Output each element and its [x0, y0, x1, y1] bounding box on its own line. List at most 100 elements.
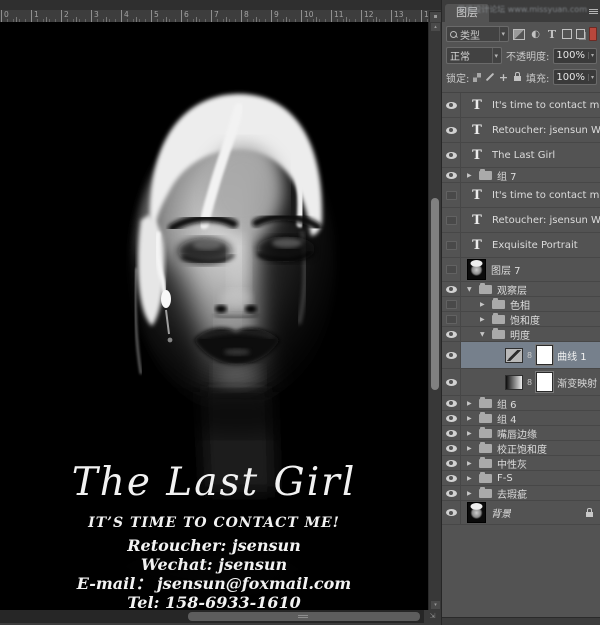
layer-row[interactable]: ▶校正饱和度 — [442, 441, 600, 456]
eye-toggle[interactable] — [442, 233, 461, 257]
layer-row[interactable]: ▶去瑕疵 — [442, 486, 600, 501]
horizontal-scrollbar-thumb[interactable] — [188, 612, 420, 621]
eye-toggle[interactable] — [442, 143, 461, 167]
vertical-scrollbar[interactable]: ▴ ▾ — [428, 22, 442, 610]
disclosure-triangle-icon[interactable]: ▶ — [467, 400, 474, 407]
eye-toggle[interactable] — [442, 486, 461, 500]
blend-row: 正常 ▾ 不透明度: 100% ▾ — [446, 47, 597, 64]
ruler-tick — [121, 10, 122, 22]
text-layer-icon: T — [467, 98, 487, 113]
scrollbar-up-arrow-icon[interactable]: ▴ — [431, 23, 440, 31]
disclosure-open-triangle-icon[interactable]: ▼ — [480, 331, 487, 338]
layer-mask-thumbnail[interactable] — [536, 372, 553, 392]
filter-pixel-layers-icon[interactable] — [513, 29, 525, 40]
layer-thumbnail[interactable] — [467, 502, 486, 523]
layer-row[interactable]: ▶色相 — [442, 297, 600, 312]
layer-row[interactable]: TRetoucher: jsensun Wech... — [442, 208, 600, 233]
layer-row[interactable]: ▼观察层 — [442, 282, 600, 297]
layer-row[interactable]: ▶嘴唇边缘 — [442, 426, 600, 441]
lock-position-icon[interactable]: + — [499, 72, 509, 83]
folder-icon — [492, 330, 505, 339]
opacity-input[interactable]: 100% ▾ — [553, 48, 597, 64]
layer-row[interactable]: ▶中性灰 — [442, 456, 600, 471]
layer-row[interactable]: TIt's time to contact me! ... — [442, 183, 600, 208]
layer-thumbnail[interactable] — [467, 259, 486, 280]
ruler-number: 1 — [34, 10, 39, 19]
layer-row[interactable]: 背景 — [442, 501, 600, 525]
layer-row[interactable]: ▶组 6 — [442, 396, 600, 411]
filter-adjustment-layers-icon[interactable]: ◐ — [529, 28, 541, 40]
filter-shape-layers-icon[interactable] — [562, 29, 572, 39]
eye-toggle[interactable] — [442, 282, 461, 296]
poster-contact-line: Retoucher: jsensun — [0, 536, 428, 555]
layer-list: TIt's time to contact me!TRetoucher: jse… — [442, 93, 600, 525]
folder-icon — [479, 459, 492, 468]
scroll-corner-icon[interactable]: ⇲ — [424, 610, 441, 623]
layer-row[interactable]: 图层 7 — [442, 258, 600, 282]
disclosure-triangle-icon[interactable]: ▶ — [467, 415, 474, 422]
layer-row[interactable]: ▶F-S — [442, 471, 600, 486]
layer-row[interactable]: 8曲线 1 — [442, 342, 600, 369]
gradient-map-adjustment-icon[interactable] — [505, 375, 523, 390]
eye-toggle[interactable] — [442, 118, 461, 142]
layer-row[interactable]: TRetoucher: jsensun Wech... — [442, 118, 600, 143]
disclosure-triangle-icon[interactable]: ▶ — [480, 316, 487, 323]
ruler-number: 4 — [124, 10, 129, 19]
eye-toggle[interactable] — [442, 327, 461, 341]
chevron-down-icon: ▾ — [588, 52, 594, 59]
layer-row[interactable]: ▶组 4 — [442, 411, 600, 426]
panel-menu-icon[interactable] — [589, 8, 598, 15]
lock-transparent-pixels-icon[interactable] — [473, 73, 480, 82]
layer-row[interactable]: ▶饱和度 — [442, 312, 600, 327]
eye-toggle[interactable] — [442, 208, 461, 232]
layer-mask-thumbnail[interactable] — [536, 345, 553, 365]
canvas[interactable]: The Last Girl IT’S TIME TO CONTACT ME! R… — [0, 22, 428, 610]
disclosure-triangle-icon[interactable]: ▶ — [467, 430, 474, 437]
eye-toggle[interactable] — [442, 441, 461, 455]
vertical-scrollbar-thumb[interactable] — [431, 198, 439, 390]
disclosure-open-triangle-icon[interactable]: ▼ — [467, 286, 474, 293]
disclosure-triangle-icon[interactable]: ▶ — [467, 172, 474, 179]
eye-toggle[interactable] — [442, 426, 461, 440]
fill-input[interactable]: 100% ▾ — [553, 69, 597, 85]
layer-filtering-toggle[interactable] — [589, 27, 597, 41]
eye-empty-box — [446, 216, 457, 225]
disclosure-triangle-icon[interactable]: ▶ — [467, 475, 474, 482]
eye-icon — [446, 286, 457, 293]
blend-mode-select[interactable]: 正常 ▾ — [446, 47, 502, 64]
layer-row[interactable]: ▶组 7 — [442, 168, 600, 183]
eye-toggle[interactable] — [442, 456, 461, 470]
layer-row[interactable]: TIt's time to contact me! — [442, 93, 600, 118]
eye-toggle[interactable] — [442, 471, 461, 485]
layer-name: 图层 7 — [491, 262, 521, 277]
eye-toggle[interactable] — [442, 501, 461, 524]
layer-row[interactable]: TExquisite Portrait — [442, 233, 600, 258]
chevron-down-icon: ▾ — [499, 27, 506, 41]
eye-toggle[interactable] — [442, 93, 461, 117]
eye-toggle[interactable] — [442, 369, 461, 395]
disclosure-triangle-icon[interactable]: ▶ — [467, 460, 474, 467]
layer-row[interactable]: 8渐变映射 1 — [442, 369, 600, 396]
eye-toggle[interactable] — [442, 312, 461, 326]
lock-image-pixels-icon[interactable] — [485, 72, 495, 83]
filter-type-layers-icon[interactable]: T — [546, 28, 558, 40]
scrollbar-down-arrow-icon[interactable]: ▾ — [431, 601, 440, 609]
lock-all-icon[interactable] — [512, 72, 522, 83]
eye-toggle[interactable] — [442, 168, 461, 182]
eye-icon — [446, 127, 457, 134]
eye-toggle[interactable] — [442, 258, 461, 281]
eye-toggle[interactable] — [442, 183, 461, 207]
disclosure-triangle-icon[interactable]: ▶ — [467, 490, 474, 497]
layer-row[interactable]: TThe Last Girl — [442, 143, 600, 168]
eye-toggle[interactable] — [442, 297, 461, 311]
disclosure-triangle-icon[interactable]: ▶ — [467, 445, 474, 452]
eye-toggle[interactable] — [442, 342, 461, 368]
layer-row[interactable]: ▼明度 — [442, 327, 600, 342]
filter-smart-objects-icon[interactable] — [576, 29, 586, 39]
eye-toggle[interactable] — [442, 396, 461, 410]
horizontal-scrollbar[interactable] — [0, 610, 424, 623]
curves-adjustment-icon[interactable] — [505, 348, 523, 363]
disclosure-triangle-icon[interactable]: ▶ — [480, 301, 487, 308]
eye-toggle[interactable] — [442, 411, 461, 425]
filter-type-dropdown[interactable]: 类型 ▾ — [446, 26, 509, 42]
